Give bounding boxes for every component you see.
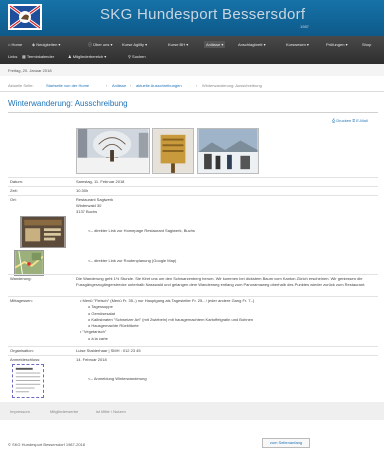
ort-line-1: Restaurant Sagiwerk [76, 197, 114, 202]
restaurant-website-thumbnail[interactable] [20, 216, 66, 248]
route-map-thumbnail[interactable] [14, 250, 44, 276]
registration-link[interactable]: <-- Anmeldung Winterwanderung [88, 376, 147, 381]
route-planner-link[interactable]: <-- direkter Link zur Routenplanung (Goo… [88, 258, 176, 263]
nav-item-terminkalender[interactable]: ▦ Terminkalender [22, 54, 54, 59]
nav-item-shop[interactable]: Shop [362, 42, 371, 47]
nav-item-agility[interactable]: Kurse Agility ▾ [122, 42, 147, 47]
mittagessen-label: Mittagessen: [10, 298, 33, 303]
row-divider [8, 274, 378, 275]
main-navigation: ⌂ Home ◈ Neuigkeiten ▾ ⓘ Über uns ▾ Kurs… [0, 36, 384, 64]
breadcrumb-separator: › [130, 83, 132, 88]
site-header: SKG Hundesport Bessersdorf 1987 [0, 0, 384, 36]
breadcrumb-separator: › [196, 83, 198, 88]
print-link[interactable]: Drucken [336, 118, 351, 123]
site-title[interactable]: SKG Hundesport Bessersdorf [100, 6, 305, 23]
club-logo-icon[interactable] [8, 4, 42, 30]
zeit-label: Zeit: [10, 188, 18, 193]
nav-item-news[interactable]: ◈ Neuigkeiten ▾ [32, 42, 60, 47]
organisation-value: Luise Stalderhaar | SMH : 012 23 45 [76, 348, 141, 353]
article-tools: ⎙ Drucken ✉ E-Mail [332, 118, 368, 123]
footer-link-nutzen[interactable]: ist Mitte / Nutzen [96, 409, 126, 414]
ort-label: Ort: [10, 197, 17, 202]
footer-links-bar: Impressum Mitgliederwerbe ist Mitte / Nu… [0, 402, 384, 420]
anmeldeschluss-value: 14. Februar 2018 [76, 357, 107, 362]
group-hike-photo[interactable] [197, 128, 259, 174]
nav-item-pruefungen[interactable]: Prüfungen ▾ [326, 42, 348, 47]
nav-item-links[interactable]: Links [8, 54, 17, 59]
current-date: Freitag, 20. Januar 2018 [8, 68, 52, 73]
restaurant-homepage-link[interactable]: <-- direkter Link zur Homepage Restauran… [88, 228, 195, 233]
email-link[interactable]: E-Mail [356, 118, 367, 123]
registration-form-thumbnail[interactable] [12, 364, 44, 398]
breadcrumb: Aktuelle Seite: Startseite von der Home … [0, 80, 384, 92]
zeit-value: 10.30h [76, 188, 89, 193]
nav-item-mitgliederbereich[interactable]: ♟ Mitgliederbereich ▾ [68, 54, 106, 59]
breadcrumb-home[interactable]: Startseite von der Home [46, 83, 89, 88]
breadcrumb-current: Winterwanderung: Ausschreibung [202, 83, 262, 88]
anmeldeschluss-label: Anmeldeschluss: [10, 357, 41, 362]
breadcrumb-prefix: Aktuelle Seite: [8, 83, 34, 88]
nav-item-about[interactable]: ⓘ Über uns ▾ [88, 42, 112, 48]
row-divider [8, 355, 378, 356]
page-title: Winterwanderung: Ausschreibung [8, 99, 128, 108]
nav-item-suchen[interactable]: ⚲ Suchen [128, 54, 146, 59]
nav-item-bh[interactable]: Kurse BH ▾ [168, 42, 188, 47]
datum-label: Datum: [10, 179, 23, 184]
row-divider [8, 177, 378, 178]
datum-value: Samstag, 11. Februar 2018 [76, 179, 125, 184]
row-divider [8, 186, 378, 187]
lunch-menu-list: • Menü "Fleisch" (Menü Fr. 35.-) nur Hau… [80, 298, 254, 342]
date-bar: Freitag, 20. Januar 2018 [0, 64, 384, 76]
ort-line-2: Winterwald 30 [76, 203, 102, 208]
ort-line-3: 3137 Buchs [76, 209, 98, 214]
nav-item-home[interactable]: ⌂ Home [8, 42, 22, 47]
wooden-sign-photo[interactable] [152, 128, 194, 174]
title-divider [8, 112, 378, 113]
site-founding-year: 1987 [300, 24, 309, 29]
breadcrumb-anlaesse[interactable]: Anlässe [112, 83, 126, 88]
copyright-notice: © SKG Hundesport Bessersdorf 1987-2018 [8, 442, 85, 447]
row-divider [8, 296, 378, 297]
footer-link-impressum[interactable]: Impressum [10, 409, 30, 414]
wanderung-description: Die Wanderung geht 1½ Stunde. Sie führt … [76, 276, 366, 288]
menu-option: o à la carte [88, 335, 108, 341]
row-divider [8, 195, 378, 196]
organisation-label: Organisation: [10, 348, 34, 353]
nav-item-anlaesse[interactable]: Anlässe ▾ [204, 41, 226, 48]
email-icon[interactable]: ✉ [352, 118, 355, 123]
footer-link-mitglieder[interactable]: Mitgliederwerbe [50, 409, 78, 414]
row-divider [8, 346, 378, 347]
breadcrumb-separator: › [106, 83, 108, 88]
breadcrumb-ausschreibungen[interactable]: aktuelle Ausschreibungen [136, 83, 182, 88]
nav-item-kurswesen[interactable]: Kurswesen ▾ [286, 42, 309, 47]
nav-item-anschlagbrett[interactable]: Anschlagbrett ▾ [238, 42, 266, 47]
winter-tree-photo[interactable] [76, 128, 150, 174]
back-to-top-button[interactable]: zum Seitenanfang [262, 438, 310, 448]
print-icon[interactable]: ⎙ [332, 118, 335, 123]
wanderung-label: Wanderung: [10, 276, 32, 281]
